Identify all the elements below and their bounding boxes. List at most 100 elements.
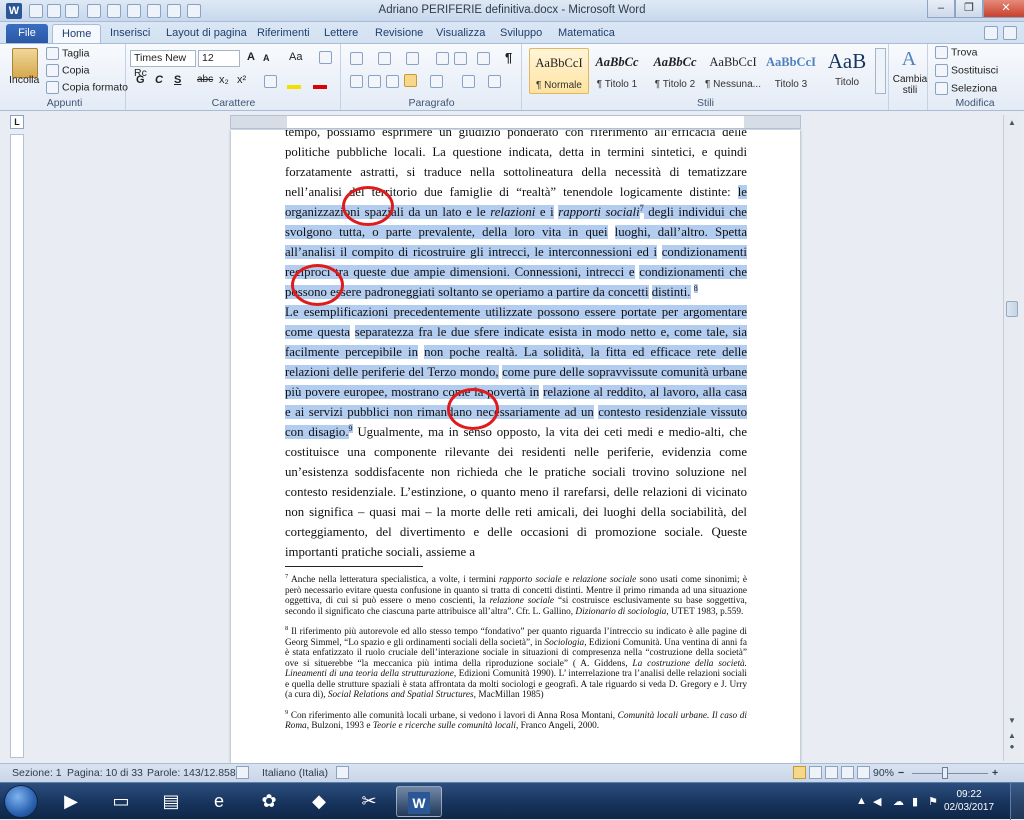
- bullets-icon[interactable]: [350, 52, 363, 65]
- cut-button[interactable]: Taglia: [46, 47, 89, 60]
- action-center-flag-icon[interactable]: ⚑: [928, 795, 938, 808]
- print-icon[interactable]: [87, 4, 101, 18]
- zoom-slider-thumb[interactable]: [942, 767, 948, 779]
- style-title[interactable]: AaB Titolo: [817, 48, 877, 94]
- styles-scroll[interactable]: [875, 48, 886, 94]
- tab-selector[interactable]: L: [10, 115, 24, 129]
- numbering-icon[interactable]: [378, 52, 391, 65]
- tab-home[interactable]: Home: [52, 24, 102, 43]
- copy-button[interactable]: Copia: [46, 64, 89, 77]
- close-button[interactable]: ✕: [983, 0, 1024, 18]
- save-icon[interactable]: [29, 4, 43, 18]
- tab-review[interactable]: Revisione: [366, 24, 432, 43]
- tab-mailings[interactable]: Lettere: [315, 24, 367, 43]
- outline-view-icon[interactable]: [841, 766, 854, 779]
- document-page[interactable]: tempo, possiamo esprimere un giudizio po…: [231, 130, 800, 763]
- browse-object-icon[interactable]: ●: [1006, 741, 1018, 753]
- text-effects-icon[interactable]: [264, 75, 277, 88]
- section-indicator[interactable]: Sezione: 1: [12, 767, 62, 779]
- horizontal-ruler[interactable]: [230, 115, 801, 129]
- network-icon[interactable]: ▮: [912, 795, 918, 808]
- font-size-select[interactable]: 12: [198, 50, 240, 67]
- media-player-icon[interactable]: ▶: [48, 786, 94, 817]
- print-layout-view-icon[interactable]: [793, 766, 806, 779]
- minimize-button[interactable]: –: [927, 0, 955, 18]
- volume-icon[interactable]: ◀: [873, 795, 881, 808]
- full-screen-view-icon[interactable]: [809, 766, 822, 779]
- footnotes-area[interactable]: 7 Anche nella letteratura specialistica,…: [285, 572, 747, 739]
- clear-formatting-icon[interactable]: [319, 51, 332, 64]
- app-icon[interactable]: ◆: [296, 786, 342, 817]
- word-taskbar-button[interactable]: W: [396, 786, 442, 817]
- tab-file[interactable]: File: [6, 24, 48, 43]
- align-center-icon[interactable]: [368, 75, 381, 88]
- shading-icon[interactable]: [462, 75, 475, 88]
- proofing-icon[interactable]: [236, 766, 249, 779]
- show-desktop-button[interactable]: [1010, 783, 1024, 820]
- style-normal[interactable]: AaBbCcI ¶ Normale: [529, 48, 589, 94]
- superscript-button[interactable]: x²: [237, 74, 246, 86]
- page-indicator[interactable]: Pagina: 10 di 33: [67, 767, 143, 779]
- clock[interactable]: 09:22 02/03/2017: [944, 788, 994, 814]
- decrease-indent-icon[interactable]: [436, 52, 449, 65]
- maximize-button[interactable]: ❐: [955, 0, 983, 18]
- tab-developer[interactable]: Sviluppo: [491, 24, 551, 43]
- select-button[interactable]: Seleziona: [935, 82, 997, 95]
- find-button[interactable]: Trova: [935, 46, 977, 59]
- change-case-button[interactable]: Aa: [289, 51, 302, 63]
- zoom-slider[interactable]: [912, 773, 988, 774]
- undo-icon[interactable]: [47, 4, 61, 18]
- align-left-icon[interactable]: [350, 75, 363, 88]
- vertical-ruler[interactable]: [10, 134, 24, 758]
- zoom-level[interactable]: 90%: [873, 767, 894, 779]
- language-indicator[interactable]: Italiano (Italia): [262, 767, 328, 779]
- help-icon[interactable]: [1003, 26, 1017, 40]
- word-count[interactable]: Parole: 143/12.858: [147, 767, 236, 779]
- change-styles-button[interactable]: Cambia stili: [892, 74, 928, 96]
- folder-icon[interactable]: ▤: [148, 786, 194, 817]
- footnote-ref-8[interactable]: 8: [693, 283, 698, 293]
- tab-view[interactable]: Visualizza: [427, 24, 494, 43]
- edit-icon[interactable]: [147, 4, 161, 18]
- increase-indent-icon[interactable]: [454, 52, 467, 65]
- scroll-down-icon[interactable]: ▼: [1006, 715, 1018, 727]
- tab-page-layout[interactable]: Layout di pagina: [157, 24, 256, 43]
- cloud-icon[interactable]: ☁: [893, 795, 904, 808]
- grow-font-button[interactable]: A: [247, 51, 255, 63]
- start-button[interactable]: [4, 785, 38, 818]
- redo-icon[interactable]: [65, 4, 79, 18]
- change-styles-icon[interactable]: A: [898, 48, 920, 72]
- word-logo-icon[interactable]: W: [6, 3, 22, 19]
- format-painter-button[interactable]: Copia formato: [46, 81, 128, 94]
- replace-button[interactable]: Sostituisci: [935, 64, 998, 77]
- draft-view-icon[interactable]: [857, 766, 870, 779]
- font-family-select[interactable]: Times New Rc: [130, 50, 196, 79]
- new-document-icon[interactable]: [127, 4, 141, 18]
- tool-icon[interactable]: ✂: [346, 786, 392, 817]
- line-spacing-icon[interactable]: [430, 75, 443, 88]
- open-folder-icon[interactable]: [167, 4, 181, 18]
- quick-print-icon[interactable]: [107, 4, 121, 18]
- style-heading-1[interactable]: AaBbCc ¶ Titolo 1: [587, 48, 647, 94]
- tab-math[interactable]: Matematica: [549, 24, 624, 43]
- ribbon-minimize-icon[interactable]: [984, 26, 998, 40]
- bold-button[interactable]: G: [136, 74, 145, 86]
- vertical-scrollbar[interactable]: ▲ ▼ ▲ ●: [1003, 115, 1020, 761]
- customize-qat-icon[interactable]: [187, 4, 201, 18]
- scroll-up-icon[interactable]: ▲: [1006, 117, 1018, 129]
- tab-insert[interactable]: Inserisci: [101, 24, 159, 43]
- web-layout-view-icon[interactable]: [825, 766, 838, 779]
- font-color-icon[interactable]: [313, 75, 327, 89]
- paste-button[interactable]: Incolla: [9, 74, 39, 86]
- zoom-out-button[interactable]: −: [898, 767, 904, 779]
- sort-icon[interactable]: [477, 52, 490, 65]
- multilevel-list-icon[interactable]: [406, 52, 419, 65]
- borders-icon[interactable]: [488, 75, 501, 88]
- justify-icon[interactable]: [404, 74, 417, 87]
- italic-button[interactable]: C: [155, 74, 163, 86]
- underline-button[interactable]: S: [174, 74, 181, 86]
- subscript-button[interactable]: x₂: [219, 74, 229, 86]
- highlight-icon[interactable]: [287, 75, 301, 89]
- scroll-thumb[interactable]: [1006, 301, 1018, 317]
- style-heading-3[interactable]: AaBbCcI Titolo 3: [761, 48, 821, 94]
